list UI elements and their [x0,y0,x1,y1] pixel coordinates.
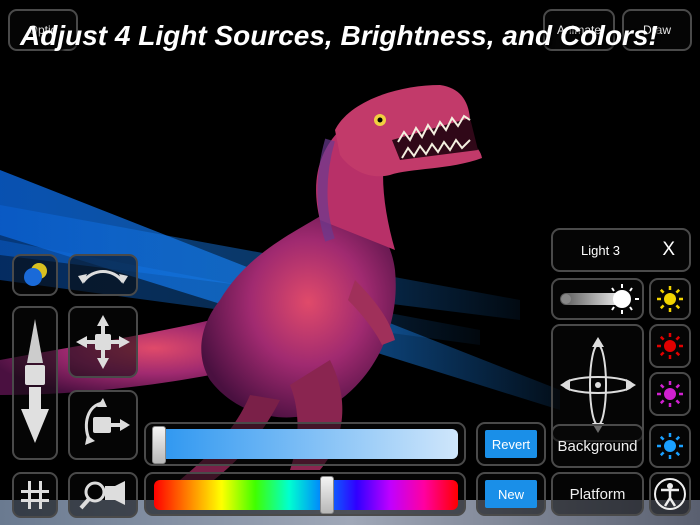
background-label: Background [557,437,638,455]
camera-dolly-button[interactable] [12,306,58,460]
light-title: Light 3 [581,242,621,258]
camera-pan-icon [76,315,130,369]
hue-thumb[interactable] [320,476,335,514]
camera-rotate-button[interactable] [68,390,138,460]
grid-button[interactable] [12,472,58,518]
new-button[interactable]: New [476,472,546,516]
revert-button[interactable]: Revert [476,422,546,466]
hue-slider[interactable] [144,472,466,516]
brightness-slider-icon [559,284,639,314]
revert-label: Revert [485,430,537,458]
background-button[interactable]: Background [551,424,644,468]
brightness-track [152,429,458,459]
brightness-slider[interactable] [144,422,466,466]
spheres-button[interactable] [12,254,58,296]
yellow-light-icon [657,286,683,312]
spheres-icon [24,263,47,286]
camera-pan-button[interactable] [68,306,138,378]
light-brightness-button[interactable] [551,278,644,320]
light-color-blue[interactable] [649,424,691,468]
camera-rotate-icon [84,398,130,445]
zoom-button[interactable] [68,472,138,518]
brightness-thumb[interactable] [152,426,166,464]
light-color-yellow[interactable] [649,278,691,320]
magenta-light-icon [657,381,683,407]
light-color-red[interactable] [649,324,691,368]
rotate-arc-button[interactable] [68,254,138,296]
rotate-arc-icon [78,270,128,284]
light-header: Light 3 X [551,228,691,272]
camera-dolly-icon [21,319,49,443]
new-label: New [485,480,537,508]
light-color-magenta[interactable] [649,372,691,416]
person-icon [654,478,686,510]
hue-track [154,480,458,510]
zoom-icon [79,481,125,510]
blue-light-icon [657,433,683,459]
red-light-icon [657,333,683,359]
light-direction-icon [559,337,636,433]
headline: Adjust 4 Light Sources, Brightness, and … [20,20,658,51]
platform-label: Platform [569,485,626,503]
close-button[interactable]: X [662,239,675,261]
grid-icon [21,481,49,509]
accessibility-button[interactable] [649,472,691,516]
platform-button[interactable]: Platform [551,472,644,516]
